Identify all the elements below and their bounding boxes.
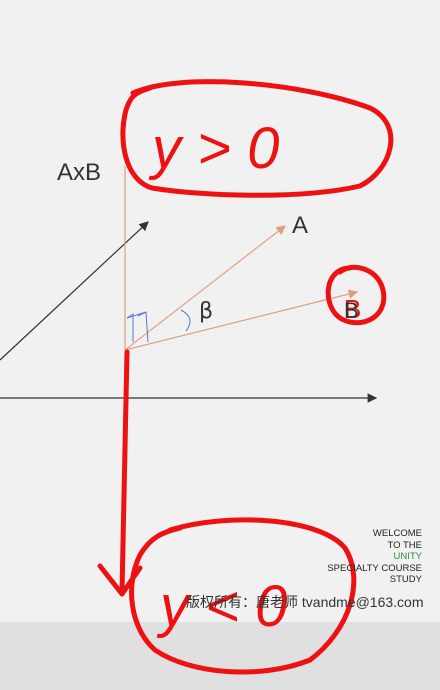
downward-arrow-ink — [119, 349, 130, 595]
top-annotation-text: y > 0 — [148, 116, 279, 181]
watermark: WELCOME TO THE UNITY SPECIALTY COURSE ST… — [327, 528, 422, 586]
watermark-line-2: TO THE — [387, 539, 423, 551]
diagram-canvas: y > 0 y < 0 B AxB A B β — [0, 79, 394, 675]
angle-beta-label: β — [199, 299, 213, 324]
vector-b-label: B — [344, 298, 359, 323]
vector-a — [124, 225, 286, 351]
watermark-line-4: SPECIALTY COURSE — [327, 562, 422, 574]
watermark-line-3: UNITY — [393, 551, 423, 562]
watermark-line-5: STUDY — [389, 574, 422, 585]
right-angle-mark — [126, 311, 149, 343]
cross-product-label: AxB — [57, 159, 101, 186]
watermark-line-1: WELCOME — [372, 528, 422, 539]
angle-arc — [180, 309, 191, 332]
z-axis-line — [0, 221, 149, 361]
vector-a-label: A — [292, 212, 308, 239]
vector-b — [124, 289, 359, 351]
copyright-text: 版权所有：唐老师 tvandme@163.com — [186, 594, 424, 610]
